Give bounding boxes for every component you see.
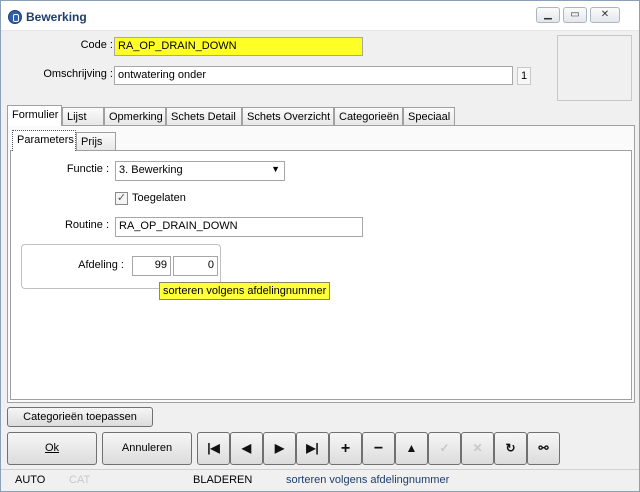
status-cat: CAT <box>69 474 91 486</box>
ok-button[interactable]: Ok <box>7 432 97 465</box>
status-message: sorteren volgens afdelingnummer <box>286 474 450 486</box>
afdeling-label: Afdeling : <box>78 259 124 271</box>
maximize-button[interactable]: ▭ <box>563 7 587 23</box>
tab-speciaal[interactable]: Speciaal <box>403 107 455 126</box>
previous-record-button[interactable]: ◀ <box>230 432 263 465</box>
minimize-icon: ▁ <box>544 9 552 20</box>
routine-label: Routine : <box>64 219 109 231</box>
image-preview[interactable] <box>557 35 632 101</box>
routine-field[interactable]: RA_OP_DRAIN_DOWN <box>115 217 363 237</box>
delete-record-button[interactable]: − <box>362 432 395 465</box>
last-record-icon: ▶| <box>306 441 319 455</box>
formulier-panel: Parameters Prijs Functie : 3. Bewerking … <box>7 125 635 403</box>
minimize-button[interactable]: ▁ <box>536 7 560 23</box>
first-record-icon: |◀ <box>207 441 220 455</box>
functie-select[interactable]: 3. Bewerking ▼ <box>115 161 285 181</box>
up-button[interactable]: ▲ <box>395 432 428 465</box>
subtab-parameters[interactable]: Parameters <box>12 130 76 151</box>
next-record-button[interactable]: ▶ <box>263 432 296 465</box>
description-count: 1 <box>517 67 531 85</box>
toegelaten-checkbox[interactable]: ✓ <box>115 192 128 205</box>
status-bar: AUTO CAT BLADEREN sorteren volgens afdel… <box>1 469 639 491</box>
tab-schets-overzicht[interactable]: Schets Overzicht <box>242 107 334 126</box>
chevron-down-icon: ▼ <box>271 164 280 174</box>
window: Bewerking ▁ ▭ ✕ Code : RA_OP_DRAIN_DOWN … <box>0 0 640 492</box>
afdeling-field[interactable]: 99 <box>132 256 171 276</box>
annuleren-button[interactable]: Annuleren <box>102 432 192 465</box>
last-record-button[interactable]: ▶| <box>296 432 329 465</box>
binoculars-icon: ⚯ <box>538 441 549 455</box>
tab-schets-detail[interactable]: Schets Detail <box>166 107 242 126</box>
first-record-button[interactable]: |◀ <box>197 432 230 465</box>
next-record-icon: ▶ <box>274 441 285 455</box>
description-label: Omschrijving : <box>43 68 113 80</box>
functie-label: Functie : <box>66 163 109 175</box>
description-field[interactable]: ontwatering onder <box>114 66 513 85</box>
add-record-icon: + <box>340 440 351 457</box>
tab-categorieen[interactable]: Categorieën <box>334 107 403 126</box>
tab-lijst[interactable]: Lijst <box>62 107 104 126</box>
categorieen-toepassen-button[interactable]: Categorieën toepassen <box>7 407 153 427</box>
cancel-edit-button[interactable]: ✕ <box>461 432 494 465</box>
tab-formulier[interactable]: Formulier <box>7 105 62 126</box>
functie-value: 3. Bewerking <box>119 164 183 176</box>
search-button[interactable]: ⚯ <box>527 432 560 465</box>
window-title: Bewerking <box>26 10 87 24</box>
status-state: BLADEREN <box>193 474 253 486</box>
up-icon: ▲ <box>405 441 418 455</box>
close-button[interactable]: ✕ <box>590 7 620 23</box>
code-label: Code : <box>80 39 113 51</box>
add-record-button[interactable]: + <box>329 432 362 465</box>
toegelaten-label: Toegelaten <box>132 192 186 204</box>
refresh-icon: ↻ <box>505 441 516 455</box>
previous-record-icon: ◀ <box>241 441 252 455</box>
tab-opmerking[interactable]: Opmerking <box>104 107 166 126</box>
tooltip: sorteren volgens afdelingnummer <box>159 282 331 300</box>
status-mode: AUTO <box>15 474 46 486</box>
cancel-icon: ✕ <box>472 441 483 455</box>
confirm-button[interactable]: ✓ <box>428 432 461 465</box>
app-icon <box>8 10 22 24</box>
afdeling-sub-field[interactable]: 0 <box>173 256 218 276</box>
close-icon: ✕ <box>600 9 610 20</box>
subtab-prijs[interactable]: Prijs <box>76 132 116 151</box>
code-field[interactable]: RA_OP_DRAIN_DOWN <box>114 37 363 56</box>
refresh-button[interactable]: ↻ <box>494 432 527 465</box>
title-bar: Bewerking ▁ ▭ ✕ <box>1 1 639 31</box>
delete-record-icon: − <box>373 440 384 457</box>
confirm-icon: ✓ <box>439 441 450 455</box>
parameters-panel: Functie : 3. Bewerking ▼ ✓ Toegelaten Ro… <box>10 150 632 400</box>
maximize-icon: ▭ <box>570 9 580 20</box>
